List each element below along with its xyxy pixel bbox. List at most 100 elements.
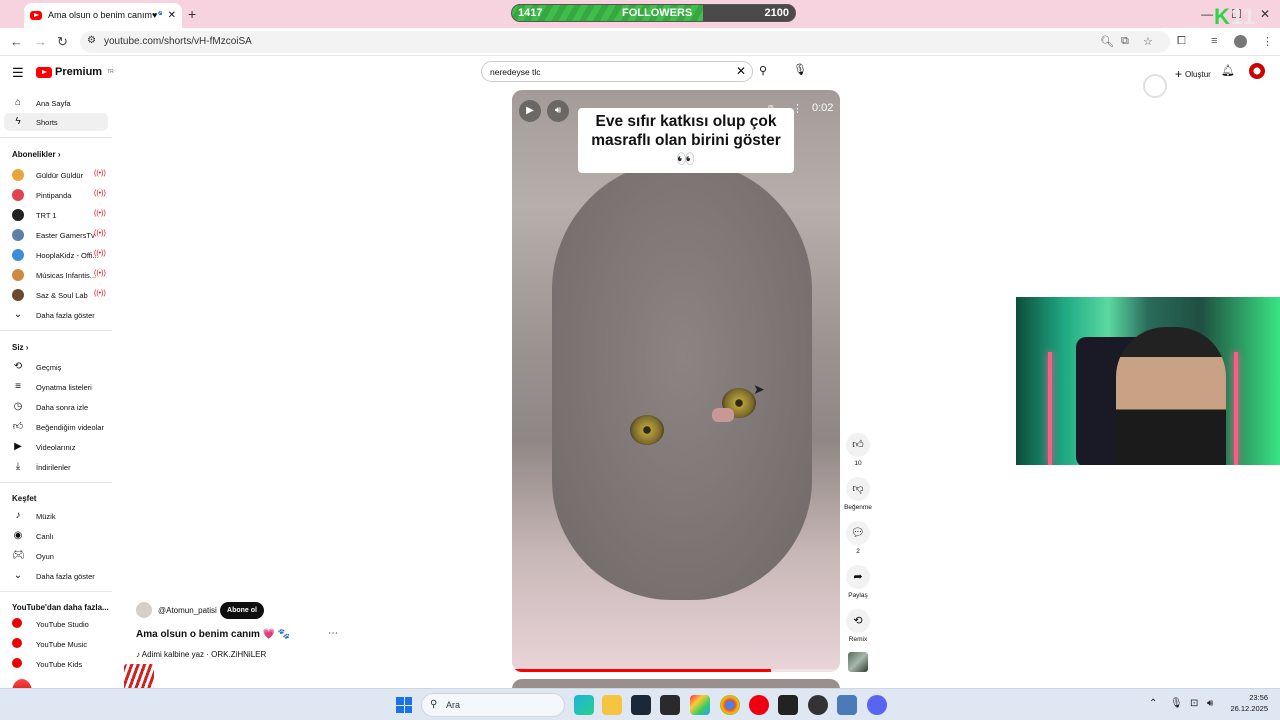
shorts-icon: ϟ [15,116,21,127]
browser-address-bar: ← → ↻ ⚙ youtube.com/shorts/vH-fMzcoiSA 🔍… [0,28,1280,56]
epic-games-icon[interactable] [660,695,680,715]
sidebar-item-shorts[interactable]: ϟ Shorts [4,113,108,131]
sidebar-item-videolar-n-z[interactable]: ▶ Videolarınız [4,438,108,456]
sidebar-item-canl-[interactable]: ◉ Canlı [4,527,108,545]
video-progress-bar[interactable] [512,669,840,672]
window-close-icon[interactable]: ✕ [1260,7,1270,21]
copilot-icon[interactable] [690,695,710,715]
profile-icon[interactable] [1234,35,1247,48]
capcut-icon[interactable] [778,695,798,715]
overlay-stripe-graphic [124,664,154,690]
browser-tab-active[interactable]: Ama olsun o benim canım♥🐾 ✕ [24,3,182,28]
browser-menu-icon[interactable]: ⋮ [1262,35,1273,48]
chrome-icon[interactable] [720,695,740,715]
youtube-premium-logo[interactable]: Premium TR [36,66,114,78]
sidebar-item-label: Easter GamersTv [36,231,95,240]
play-icon[interactable]: ▶ [519,100,541,122]
search-icon[interactable]: ⚲ [759,64,767,77]
site-info-icon[interactable]: ⚙ [87,35,96,46]
tab-close-button[interactable]: ✕ [168,10,176,21]
opera-icon[interactable] [749,695,769,715]
sidebar-item-home[interactable]: ⌂ Ana Sayfa [4,94,108,112]
sidebar-item-youtube-music[interactable]: YouTube Music [4,635,108,653]
hamburger-menu-icon[interactable]: ☰ [12,65,24,81]
minimize-icon[interactable]: — [1201,7,1213,21]
more-actions-icon[interactable]: ⋯ [328,628,338,639]
install-app-icon[interactable]: ⧉ [1121,35,1129,48]
account-avatar[interactable] [1249,63,1265,79]
sidebar-item-oynatma-listeleri[interactable]: ≡ Oynatma listeleri [4,378,108,396]
clear-search-icon[interactable]: ✕ [736,64,746,78]
new-tab-button[interactable]: + [188,6,196,22]
clock[interactable]: 23:56 26.12.2025 [1230,692,1268,714]
sidebar-item-i-ndirilenler[interactable]: ⤓ İndirilenler [4,458,108,476]
share-button[interactable]: ➦ Paylaş [842,565,874,599]
file-explorer-icon[interactable] [602,695,622,715]
channel-name[interactable]: @Atomun_patisi [158,606,217,615]
sidebar-item-m-zik[interactable]: ♪ Müzik [4,507,108,525]
search-input[interactable]: neredeyse tlc [481,61,753,82]
sidebar-item-be-endi-im-videolar[interactable]: 👍︎ Beğendiğim videolar [4,418,108,436]
zoom-icon[interactable]: 🔍︎ [1100,35,1114,48]
sidebar-item-label: İndirilenler [36,463,71,472]
taskbar-search[interactable]: ⚲ Ara [421,693,565,717]
extensions-icon[interactable]: ⧠ [1177,35,1186,48]
loading-spinner-icon [1143,74,1167,98]
sidebar-item-subscription[interactable]: Pintipanda ((•)) [4,186,108,204]
sidebar-item-youtube-studio[interactable]: YouTube Studio [4,615,108,633]
sidebar-item-oyun[interactable]: 🎮︎ Oyun [4,547,108,565]
media-control-icon[interactable]: ≡ [1211,35,1217,47]
url-field[interactable]: ⚙ youtube.com/shorts/vH-fMzcoiSA [80,31,1170,53]
volume-icon[interactable]: 🔊︎ [547,100,569,122]
sidebar-item-subscription[interactable]: Músicas Infantis... ((•)) [4,266,108,284]
reload-icon[interactable]: ↻ [57,34,68,50]
forward-icon[interactable]: → [34,34,47,49]
show-more-explore[interactable]: ⌄ Daha fazla göster [4,567,108,585]
notifications-bell-icon[interactable]: 🔔︎ [1221,64,1235,77]
comments-button[interactable]: 💬︎ 2 [842,521,874,555]
subscriptions-heading[interactable]: Abonelikler › [12,150,60,159]
sidebar-item-subscription[interactable]: Easter GamersTv ((•)) [4,226,108,244]
edge-app-icon[interactable] [574,695,594,715]
create-button[interactable]: + Oluştur [1169,64,1217,84]
microphone-icon[interactable]: 🎙︎ [793,63,807,79]
steam-icon[interactable] [631,695,651,715]
volume-tray-icon[interactable]: 🔊︎ [1207,698,1213,709]
music-info[interactable]: ♪ Adimi kalbine yaz · ORK.ZiHNiLER [136,650,266,659]
sidebar-item-subscription[interactable]: HooplaKidz - Offi... ((•)) [4,246,108,264]
mouse-cursor-icon: ➤ [753,381,765,397]
show-more-subscriptions[interactable]: ⌄ Daha fazla göster [4,306,108,324]
show-hidden-icons-icon[interactable]: ⌃ [1149,698,1157,709]
remix-button[interactable]: ⟲ Remix [842,609,874,643]
discord-icon[interactable] [867,695,887,715]
short-video-player[interactable]: Eve sıfır katkısı olup çok masraflı olan… [512,90,840,672]
back-icon[interactable]: ← [10,34,23,49]
captions-icon[interactable]: ⧈ [768,102,774,113]
dislike-button[interactable]: 👎︎ Beğenme [842,477,874,511]
obs-icon[interactable] [808,695,828,715]
app-icon[interactable] [837,695,857,715]
sound-thumbnail[interactable] [848,652,868,672]
microphone-tray-icon[interactable]: 🎙︎ [1170,698,1183,709]
sidebar-item-subscription[interactable]: Saz & Soul Lab ((•)) [4,286,108,304]
sidebar-item-subscription[interactable]: TRT 1 ((•)) [4,206,108,224]
like-icon: 👍︎ [12,421,24,432]
like-button[interactable]: 👍︎ 10 [842,433,874,467]
sidebar-item-youtube-kids[interactable]: YouTube Kids [4,655,108,673]
bookmark-star-icon[interactable]: ☆ [1143,35,1153,48]
channel-avatar[interactable] [136,602,152,618]
video-icon: ▶ [14,441,22,452]
more-options-icon[interactable]: ⋮ [792,102,803,115]
windows-start-icon[interactable] [396,697,412,713]
sidebar-item-label: Músicas Infantis... [36,271,97,280]
sidebar-item-subscription[interactable]: Güldür Güldür ((•)) [4,166,108,184]
rgb-light [1234,352,1238,465]
network-icon[interactable]: ⊡ [1190,698,1198,709]
subscribe-button[interactable]: Abone ol [220,602,264,619]
sidebar-item-ge-mi-[interactable]: ⟲ Geçmiş [4,358,108,376]
sidebar-item-daha-sonra-izle[interactable]: ◷ Daha sonra izle [4,398,108,416]
history-icon: ⟲ [13,361,23,372]
sidebar-item-label: Geçmiş [36,363,62,372]
you-heading[interactable]: Siz › [12,343,28,352]
more-from-youtube-heading: YouTube'dan daha fazla... [12,603,109,612]
